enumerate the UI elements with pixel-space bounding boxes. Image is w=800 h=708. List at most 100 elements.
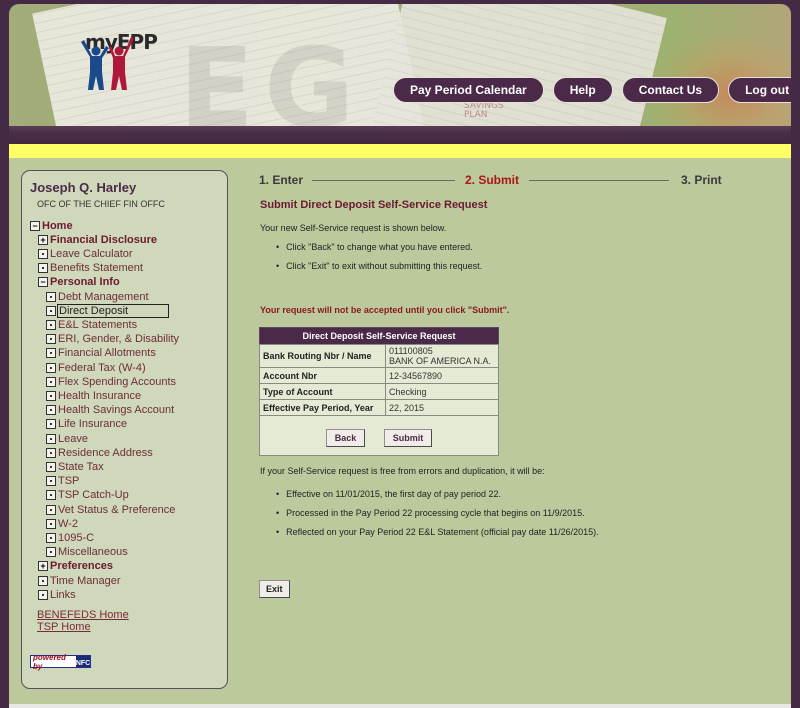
submit-button[interactable]: Submit <box>383 429 433 447</box>
sidebar-item-label: State Tax <box>58 460 104 473</box>
sidebar-item-eri-gender-disability[interactable]: ERI, Gender, & Disability <box>46 333 179 346</box>
sidebar-item-label: Preferences <box>50 560 113 573</box>
sidebar-item-life-insurance[interactable]: Life Insurance <box>46 418 127 431</box>
sidebar-item-label: Life Insurance <box>58 418 128 431</box>
outcome-intro: If your Self-Service request is free fro… <box>260 466 545 476</box>
leaf-node-icon <box>46 390 56 401</box>
sidebar-item-label: Leave Calculator <box>50 247 133 260</box>
myepp-logo[interactable]: myEPP <box>77 30 158 110</box>
organization-name: OFC OF THE CHIEF FIN OFFC <box>37 199 165 209</box>
sidebar-item-home[interactable]: − Home <box>30 219 73 232</box>
contact-us-button[interactable]: Contact Us <box>621 77 720 103</box>
step-submit: 2. Submit <box>465 173 520 187</box>
sidebar-item-e-l-statements[interactable]: E&L Statements <box>46 318 137 331</box>
leaf-node-icon <box>46 348 56 359</box>
leaf-node-icon <box>46 461 56 472</box>
leaf-node-icon <box>46 376 56 387</box>
leaf-node-icon <box>38 575 48 586</box>
sidebar-item-financial-allotments[interactable]: Financial Allotments <box>46 347 156 360</box>
sidebar-item-label: Federal Tax (W-4) <box>58 361 146 374</box>
expand-icon[interactable]: + <box>38 561 48 572</box>
leaf-node-icon <box>46 532 56 543</box>
leaf-node-icon <box>46 547 56 558</box>
benefeds-home-link[interactable]: BENEFEDS Home <box>37 609 129 621</box>
sidebar-item-label: W-2 <box>58 517 78 530</box>
collapse-icon[interactable]: − <box>38 277 48 288</box>
intro-instructions: Click "Back" to change what you have ent… <box>276 242 482 280</box>
collapse-icon[interactable]: − <box>30 220 40 231</box>
sidebar-item-tsp[interactable]: TSP <box>46 475 79 488</box>
sidebar-item-1095-c[interactable]: 1095-C <box>46 531 94 544</box>
sidebar-item-direct-deposit[interactable]: Direct Deposit <box>46 303 170 318</box>
exit-button[interactable]: Exit <box>259 580 290 598</box>
leaf-node-icon <box>46 405 56 416</box>
leaf-node-icon <box>46 490 56 501</box>
leaf-node-icon <box>46 319 56 330</box>
leaf-node-icon <box>46 504 56 515</box>
progress-steps: 1. Enter 2. Submit 3. Print <box>259 173 722 187</box>
sidebar-item-label: Home <box>42 219 73 232</box>
sidebar-item-state-tax[interactable]: State Tax <box>46 460 104 473</box>
sidebar-item-time-manager[interactable]: Time Manager <box>38 574 121 587</box>
sidebar-item-tsp-catch-up[interactable]: TSP Catch-Up <box>46 489 129 502</box>
sidebar-item-vet-status-preference[interactable]: Vet Status & Preference <box>46 503 175 516</box>
sidebar-item-health-insurance[interactable]: Health Insurance <box>46 389 141 402</box>
sidebar-item-debt-management[interactable]: Debt Management <box>46 290 149 303</box>
sidebar-item-w-2[interactable]: W-2 <box>46 517 78 530</box>
nfc-logo-icon: NFC <box>76 656 90 667</box>
sidebar-item-federal-tax-w-4[interactable]: Federal Tax (W-4) <box>46 361 146 374</box>
user-name: Joseph Q. Harley <box>30 180 137 195</box>
sidebar-item-label: Time Manager <box>50 574 121 587</box>
sidebar-item-flex-spending-accounts[interactable]: Flex Spending Accounts <box>46 375 176 388</box>
help-button[interactable]: Help <box>552 77 613 103</box>
notice-bar <box>9 144 791 158</box>
table-row: Account Nbr 12-34567890 <box>259 367 499 384</box>
sidebar: Joseph Q. Harley OFC OF THE CHIEF FIN OF… <box>21 170 228 689</box>
people-icon <box>81 37 134 90</box>
submit-warning: Your request will not be accepted until … <box>260 305 510 315</box>
sidebar-item-label: Benefits Statement <box>50 262 143 275</box>
sidebar-item-leave-calculator[interactable]: Leave Calculator <box>38 247 133 260</box>
sidebar-item-label: Vet Status & Preference <box>58 503 176 516</box>
sidebar-item-personal-info[interactable]: − Personal Info <box>38 276 120 289</box>
leaf-node-icon <box>46 447 56 458</box>
sidebar-item-benefits-statement[interactable]: Benefits Statement <box>38 262 143 275</box>
site-header: EG SAVINGS PLAN myEPP Pay Period Calenda… <box>9 4 791 126</box>
outcome-list: Effective on 11/01/2015, the first day o… <box>276 489 599 546</box>
back-button[interactable]: Back <box>325 429 366 447</box>
sidebar-item-label: Residence Address <box>58 446 153 459</box>
sidebar-item-links[interactable]: Links <box>38 588 76 601</box>
sidebar-item-label: Leave <box>58 432 88 445</box>
account-number: 12-34567890 <box>385 367 499 384</box>
table-row: Type of Account Checking <box>259 383 499 400</box>
sidebar-item-leave[interactable]: Leave <box>46 432 88 445</box>
request-summary-table: Direct Deposit Self-Service Request Bank… <box>259 327 499 456</box>
sidebar-item-preferences[interactable]: + Preferences <box>38 560 113 573</box>
table-actions: Back Submit <box>259 415 499 456</box>
leaf-node-icon <box>46 476 56 487</box>
outcome-item: Reflected on your Pay Period 22 E&L Stat… <box>276 527 599 546</box>
header-divider-bar <box>9 126 791 144</box>
sidebar-item-label: Flex Spending Accounts <box>58 375 177 388</box>
leaf-node-icon <box>46 334 56 345</box>
expand-icon[interactable]: + <box>38 234 48 245</box>
step-connector <box>529 180 669 181</box>
leaf-node-icon <box>46 362 56 373</box>
sidebar-item-financial-disclosure[interactable]: + Financial Disclosure <box>38 233 157 246</box>
leaf-node-icon <box>38 248 48 259</box>
leaf-node-icon <box>46 433 56 444</box>
header-nav: Pay Period Calendar Help Contact Us Log … <box>393 77 791 103</box>
sidebar-item-label: 1095-C <box>58 531 95 544</box>
row-label: Bank Routing Nbr / Name <box>259 344 386 368</box>
step-connector <box>312 180 455 181</box>
leaf-node-icon <box>46 518 56 529</box>
sidebar-item-residence-address[interactable]: Residence Address <box>46 446 153 459</box>
powered-by-nfc-badge[interactable]: powered by NFC <box>30 653 91 671</box>
log-out-button[interactable]: Log out <box>728 77 791 103</box>
sidebar-item-miscellaneous[interactable]: Miscellaneous <box>46 546 128 559</box>
tsp-home-link[interactable]: TSP Home <box>37 621 129 633</box>
row-value: 011100805 BANK OF AMERICA N.A. <box>385 344 499 368</box>
sidebar-item-health-savings-account[interactable]: Health Savings Account <box>46 404 174 417</box>
pay-period-calendar-button[interactable]: Pay Period Calendar <box>393 77 544 103</box>
header-watermark: EG <box>179 24 365 126</box>
